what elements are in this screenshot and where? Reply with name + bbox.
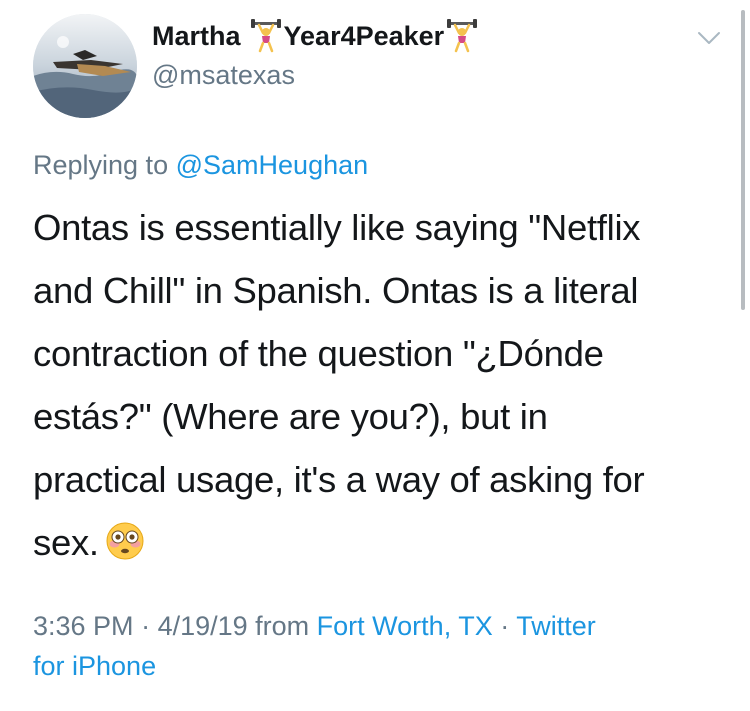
tweet-text-line: practical usage, it's a way of asking fo… [33,459,645,500]
tweet-text-line: sex. [33,522,99,563]
display-name-part-2: Year4Peaker [283,21,445,51]
tweet-text-last-line: sex. [33,511,723,574]
flushed-face-icon [105,521,145,561]
client-link[interactable]: Twitter [516,611,596,641]
scrollbar-thumb[interactable] [741,10,745,310]
tweet-text-line: estás?" (Where are you?), but in [33,396,548,437]
tweet-card: Martha Year4Peaker @msatexas Replying to… [0,0,750,711]
user-handle[interactable]: @msatexas [152,58,295,92]
separator-dot: · [133,611,158,641]
replying-to-label: Replying to [33,150,169,180]
tweet-text-line: Ontas is essentially like saying "Netfli… [33,207,641,248]
avatar-image [33,14,137,118]
scrollbar[interactable] [740,0,746,320]
weightlifter-icon [447,19,478,53]
metadata-line: 3:36 PM · 4/19/19 from Fort Worth, TX · … [33,606,723,646]
from-label: from [247,611,317,641]
separator-dot: · [492,611,517,641]
tweet-text: Ontas is essentially like saying "Netfli… [33,196,723,574]
tweet-time[interactable]: 3:36 PM [33,611,134,641]
display-name[interactable]: Martha Year4Peaker [152,18,480,54]
tweet-date[interactable]: 4/19/19 [158,611,248,641]
reply-mention-link[interactable]: @SamHeughan [176,150,369,180]
location-link[interactable]: Fort Worth, TX [317,611,493,641]
tweet-metadata: 3:36 PM · 4/19/19 from Fort Worth, TX · … [33,606,723,686]
weightlifter-icon [250,19,281,53]
tweet-text-line: and Chill" in Spanish. Ontas is a litera… [33,270,639,311]
avatar[interactable] [33,14,137,118]
client-link-continued[interactable]: for iPhone [33,646,723,686]
display-name-part-1: Martha [152,21,241,51]
chevron-down-icon[interactable] [694,26,724,50]
replying-to: Replying to @SamHeughan [33,147,368,183]
tweet-text-line: contraction of the question "¿Dónde [33,333,604,374]
